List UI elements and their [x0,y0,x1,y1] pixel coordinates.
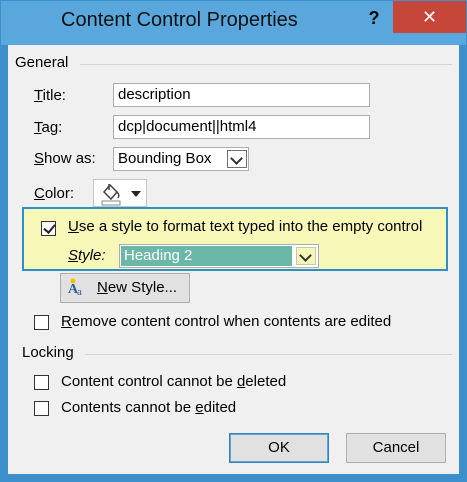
tag-label: Tag: [34,119,63,136]
style-value: Heading 2 [124,247,193,264]
style-dropdown[interactable]: Heading 2 [119,244,319,268]
help-button[interactable]: ? [356,3,392,33]
general-section-header: General [15,54,69,71]
title-input[interactable]: description [113,83,370,107]
cannot-edit-label[interactable]: Contents cannot be edited [61,399,236,416]
close-button[interactable]: ✕ [393,1,466,33]
title-label: Title: [34,87,66,104]
chevron-down-icon[interactable] [296,247,316,265]
ok-button[interactable]: OK [229,433,329,463]
color-picker-button[interactable] [93,179,147,207]
cannot-delete-checkbox[interactable] [34,375,49,390]
style-label: Style: [68,247,106,264]
showas-dropdown[interactable]: Bounding Box [113,147,249,171]
showas-label: Show as: [34,150,96,167]
checkmark-icon [43,221,56,234]
dialog-title: Content Control Properties [61,9,298,31]
new-style-icon: A a [68,278,82,298]
use-style-checkbox[interactable] [41,221,56,236]
showas-value: Bounding Box [118,150,212,167]
new-style-button[interactable]: A a New Style... [60,273,190,303]
general-divider [80,64,452,65]
cancel-button[interactable]: Cancel [346,433,446,463]
use-style-label[interactable]: Use a style to format text typed into th… [68,218,422,235]
title-bar[interactable]: Content Control Properties ? ✕ [1,1,466,45]
caret-down-icon [131,191,141,197]
color-label: Color: [34,185,75,202]
dialog-body: General Title: description Tag: dcp|docu… [8,45,459,474]
locking-divider [85,354,452,355]
cannot-delete-label[interactable]: Content control cannot be deleted [61,373,286,390]
tag-input[interactable]: dcp|document||html4 [113,115,370,139]
new-style-label: New Style... [97,279,178,296]
use-style-group: Use a style to format text typed into th… [22,207,448,271]
cannot-edit-checkbox[interactable] [34,401,49,416]
content-control-properties-dialog: Content Control Properties ? ✕ General T… [0,0,467,482]
svg-text:a: a [77,286,82,298]
remove-control-checkbox[interactable] [34,315,49,330]
paint-bucket-icon [101,183,121,206]
chevron-down-icon[interactable] [227,150,247,168]
remove-control-label[interactable]: Remove content control when contents are… [61,313,391,330]
locking-section-header: Locking [22,344,74,361]
